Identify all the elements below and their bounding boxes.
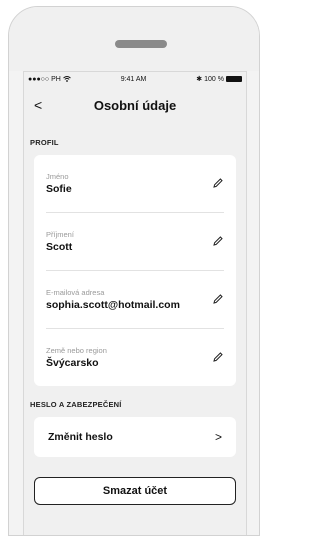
field-last-name[interactable]: Příjmení Scott: [46, 213, 224, 271]
phone-bezel: [9, 7, 259, 71]
edit-pencil-icon[interactable]: [212, 235, 224, 247]
field-email[interactable]: E-mailová adresa sophia.scott@hotmail.co…: [46, 271, 224, 329]
field-value: sophia.scott@hotmail.com: [46, 299, 180, 311]
wifi-icon: [63, 76, 71, 82]
field-label: Příjmení: [46, 230, 74, 239]
security-section-heading: HESLO A ZABEZPEČENÍ: [30, 400, 122, 409]
field-value: Sofie: [46, 183, 72, 195]
carrier-label: ●●●○○ PH: [28, 75, 61, 83]
phone-frame: ●●●○○ PH 9:41 AM ✱ 100 % < Osobní údaje …: [8, 6, 260, 536]
clock-label: 9:41 AM: [120, 75, 147, 83]
profile-card: Jméno Sofie Příjmení Scott E-mailová adr…: [34, 155, 236, 386]
app-screen: ●●●○○ PH 9:41 AM ✱ 100 % < Osobní údaje …: [23, 71, 247, 535]
back-button[interactable]: <: [34, 97, 48, 113]
field-value: Scott: [46, 241, 73, 253]
battery-label: 100 %: [204, 75, 224, 83]
delete-account-button[interactable]: Smazat účet: [34, 477, 236, 505]
nav-bar: < Osobní údaje: [24, 86, 246, 124]
field-label: Jméno: [46, 172, 69, 181]
change-password-row[interactable]: Změnit heslo >: [34, 417, 236, 457]
bluetooth-icon: ✱: [196, 76, 203, 83]
change-password-label: Změnit heslo: [48, 431, 113, 443]
profile-section-heading: PROFIL: [30, 138, 59, 147]
edit-pencil-icon[interactable]: [212, 293, 224, 305]
field-label: E-mailová adresa: [46, 288, 105, 297]
battery-icon: [225, 76, 242, 82]
field-label: Země nebo region: [46, 346, 107, 355]
edit-pencil-icon[interactable]: [212, 177, 224, 189]
chevron-right-icon: >: [214, 430, 222, 444]
field-first-name[interactable]: Jméno Sofie: [46, 155, 224, 213]
speaker-grille: [115, 40, 167, 48]
field-country[interactable]: Země nebo region Švýcarsko: [46, 329, 224, 386]
status-bar: ●●●○○ PH 9:41 AM ✱ 100 %: [24, 72, 246, 86]
page-title: Osobní údaje: [93, 97, 177, 113]
field-value: Švýcarsko: [46, 357, 99, 369]
edit-pencil-icon[interactable]: [212, 351, 224, 363]
